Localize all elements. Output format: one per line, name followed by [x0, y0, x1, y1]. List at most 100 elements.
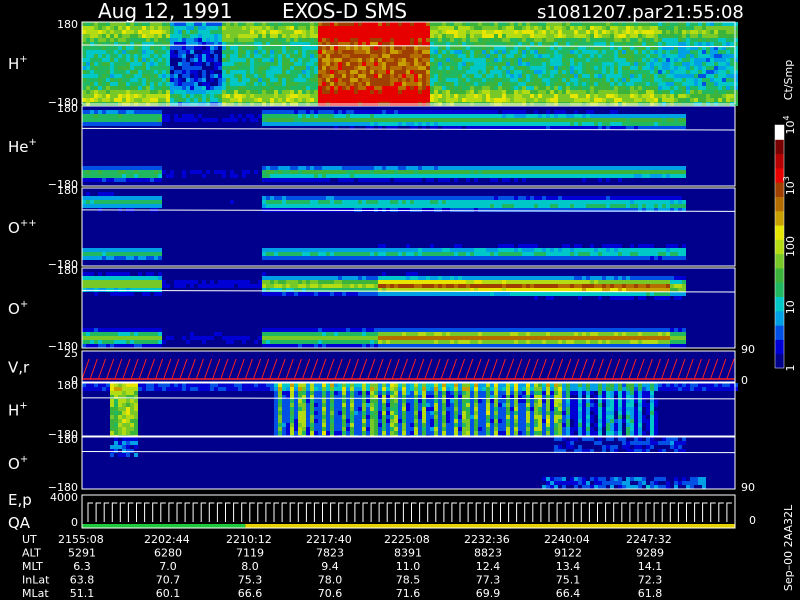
- spectrogram-cell: [454, 62, 458, 66]
- spectrogram-cell: [158, 78, 162, 82]
- spectrogram-cell: [266, 90, 270, 94]
- spectrogram-cell: [358, 174, 362, 178]
- spectrogram-cell: [578, 118, 582, 122]
- spectrogram-cell: [146, 50, 150, 54]
- spectrogram-cell: [410, 118, 414, 122]
- spectrogram-cell: [694, 74, 698, 78]
- spectrogram-cell: [710, 66, 714, 70]
- spectrogram-cell: [186, 82, 190, 86]
- spectrogram-cell: [178, 118, 182, 122]
- spectrogram-cell: [666, 86, 670, 90]
- spectrogram-cell: [514, 174, 518, 178]
- spectrogram-cell: [130, 30, 134, 34]
- spectrogram-cell: [182, 174, 186, 178]
- spectrogram-cell: [406, 170, 410, 174]
- spectrogram-cell: [570, 58, 574, 62]
- spectrogram-cell: [262, 46, 266, 50]
- spectrogram-cell: [682, 70, 686, 74]
- spectrogram-cell: [190, 78, 194, 82]
- spectrogram-cell: [554, 166, 558, 170]
- spectrogram-cell: [590, 122, 594, 126]
- spectrogram-cell: [578, 166, 582, 170]
- spectrogram-cell: [522, 90, 526, 94]
- spectrogram-cell: [394, 46, 398, 50]
- spectrogram-cell: [574, 98, 578, 102]
- spectrogram-cell: [114, 122, 118, 126]
- spectrogram-cell: [118, 54, 122, 58]
- spectrogram-cell: [486, 22, 490, 26]
- spectrogram-cell: [394, 22, 398, 26]
- spectrogram-cell: [98, 174, 102, 178]
- spectrogram-cell: [398, 178, 402, 182]
- spectrogram-cell: [462, 78, 466, 82]
- spectrogram-cell: [454, 30, 458, 34]
- spectrogram-cell: [290, 58, 294, 62]
- spectrogram-cell: [394, 114, 398, 118]
- spectrogram-cell: [398, 30, 402, 34]
- spectrogram-cell: [234, 54, 238, 58]
- spectrogram-cell: [90, 74, 94, 78]
- spectrogram-cell: [366, 86, 370, 90]
- spectrogram-cell: [82, 118, 86, 122]
- spectrogram-cell: [658, 90, 662, 94]
- spectrogram-cell: [90, 66, 94, 70]
- spectrogram-cell: [662, 74, 666, 78]
- spectrogram-cell: [270, 178, 274, 182]
- spectrogram-cell: [414, 46, 418, 50]
- spectrogram-cell: [330, 34, 334, 38]
- spectrogram-cell: [126, 174, 130, 178]
- spectrogram-cell: [686, 30, 690, 34]
- spectrogram-cell: [194, 74, 198, 78]
- spectrogram-cell: [158, 50, 162, 54]
- spectrogram-cell: [158, 86, 162, 90]
- spectrogram-cell: [278, 70, 282, 74]
- spectrogram-cell: [490, 90, 494, 94]
- spectrogram-cell: [606, 34, 610, 38]
- spectrogram-cell: [370, 46, 374, 50]
- spectrogram-cell: [354, 200, 358, 204]
- spectrogram-cell: [598, 178, 602, 182]
- spectrogram-cell: [150, 174, 154, 178]
- spectrogram-cell: [278, 62, 282, 66]
- spectrogram-cell: [446, 98, 450, 102]
- spectrogram-cell: [354, 118, 358, 122]
- spectrogram-cell: [118, 114, 122, 118]
- spectrogram-cell: [398, 54, 402, 58]
- spectrogram-cell: [426, 90, 430, 94]
- spectrogram-cell: [538, 118, 542, 122]
- spectrogram-cell: [338, 196, 342, 200]
- spectrogram-cell: [642, 38, 646, 42]
- spectrogram-cell: [662, 26, 666, 30]
- spectrogram-cell: [166, 78, 170, 82]
- spectrogram-cell: [174, 98, 178, 102]
- spectrogram-cell: [558, 114, 562, 118]
- spectrogram-cell: [446, 174, 450, 178]
- spectrogram-cell: [394, 170, 398, 174]
- spectrogram-cell: [402, 50, 406, 54]
- spectrogram-cell: [326, 70, 330, 74]
- spectrogram-cell: [122, 78, 126, 82]
- spectrogram-cell: [106, 192, 110, 196]
- spectrogram-cell: [474, 34, 478, 38]
- spectrogram-cell: [266, 170, 270, 174]
- spectrogram-cell: [114, 62, 118, 66]
- spectrogram-cell: [370, 26, 374, 30]
- spectrogram-cell: [618, 74, 622, 78]
- spectrogram-cell: [634, 98, 638, 102]
- spectrogram-cell: [166, 90, 170, 94]
- spectrogram-cell: [350, 110, 354, 114]
- spectrogram-cell: [338, 204, 342, 208]
- spectrogram-cell: [146, 178, 150, 182]
- spectrogram-cell: [250, 78, 254, 82]
- spectrogram-cell: [626, 38, 630, 42]
- spectrogram-cell: [402, 166, 406, 170]
- spectrogram-cell: [562, 110, 566, 114]
- spectrogram-cell: [358, 34, 362, 38]
- spectrogram-cell: [450, 196, 454, 200]
- spectrogram-cell: [358, 98, 362, 102]
- spectrogram-cell: [410, 174, 414, 178]
- spectrogram-cell: [590, 204, 594, 208]
- spectrogram-cell: [158, 178, 162, 182]
- spectrogram-cell: [478, 196, 482, 200]
- spectrogram-cell: [586, 54, 590, 58]
